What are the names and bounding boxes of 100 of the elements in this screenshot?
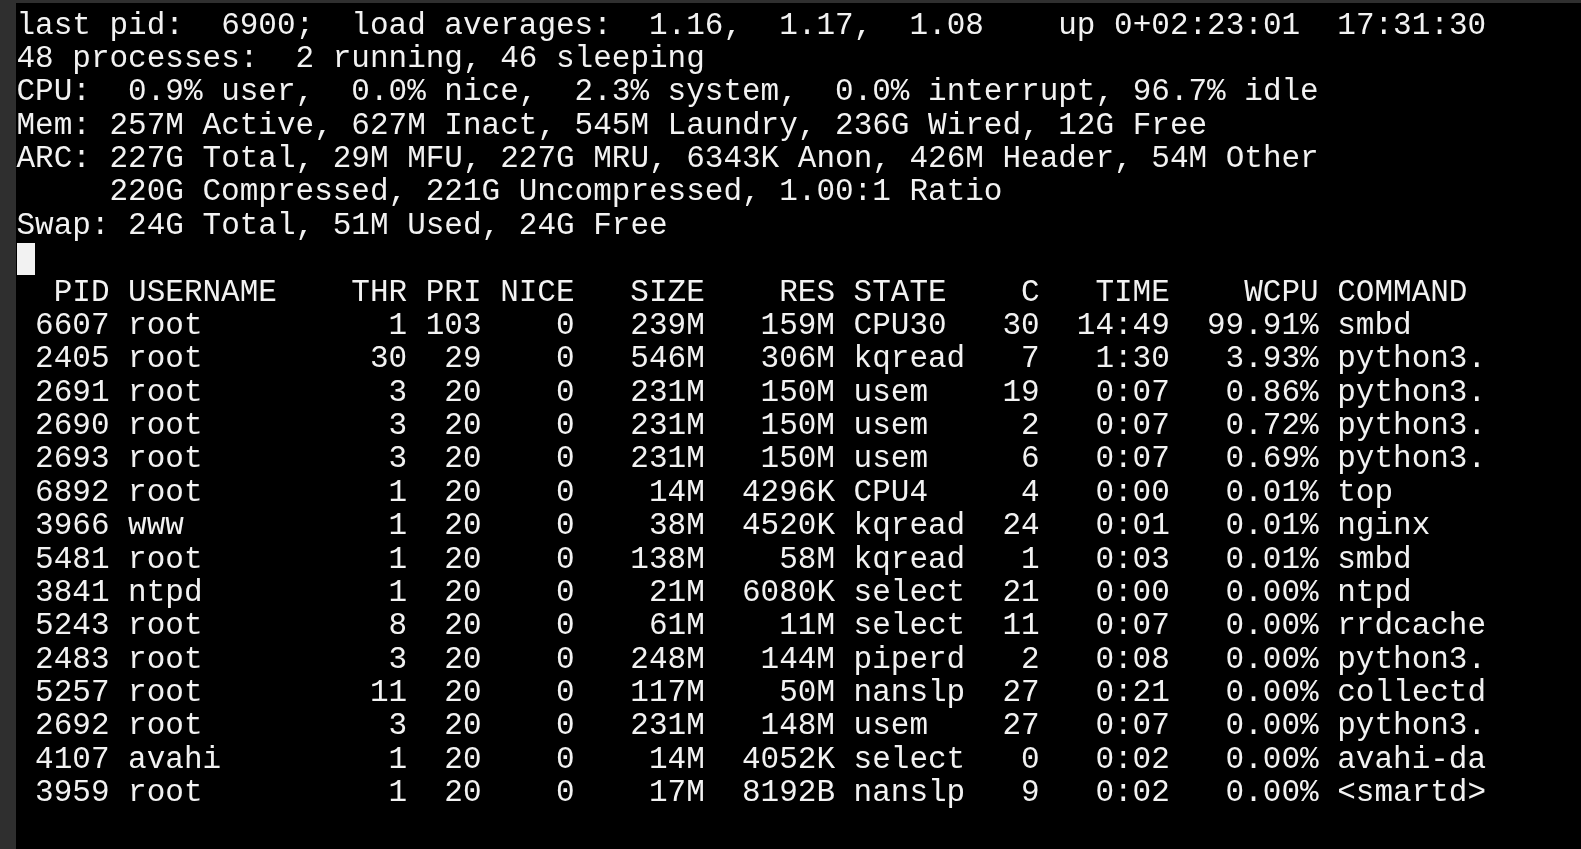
table-cell: 0: [555, 541, 575, 577]
table-cell: 1: [388, 741, 408, 777]
column-header: C: [1021, 274, 1040, 310]
table-cell: 24: [1002, 508, 1040, 544]
status-line: 220G Compressed, 221G Uncompressed, 1.00:1 Ratio: [109, 174, 1003, 210]
table-cell: python3.: [1337, 374, 1487, 410]
table-cell: 0: [555, 307, 575, 343]
table-cell: 7: [1021, 341, 1040, 377]
table-cell: 0.86%: [1225, 374, 1319, 410]
table-cell: 144M: [760, 641, 835, 677]
status-line: last pid: 6900; load averages: 1.16, 1.17, 1.08 up 0+02:23:01 17:31:30: [16, 7, 1487, 43]
table-cell: rrdcache: [1337, 608, 1487, 644]
table-cell: 0: [555, 641, 575, 677]
table-cell: nginx: [1337, 508, 1431, 544]
table-cell: 0: [555, 408, 575, 443]
table-cell: 0: [555, 374, 575, 410]
table-cell: 1: [388, 574, 408, 610]
table-cell: 4107: [35, 741, 110, 777]
table-cell: 1: [388, 307, 408, 343]
table-cell: 0:07: [1095, 374, 1170, 410]
table-cell: 50M: [779, 675, 835, 710]
table-cell: 27: [1002, 708, 1040, 744]
table-cell: 148M: [760, 708, 835, 744]
table-cell: 0.00%: [1225, 741, 1319, 777]
table-cell: python3.: [1337, 341, 1487, 377]
table-cell: 38M: [648, 508, 705, 544]
table-cell: 20: [444, 775, 482, 811]
column-header: WCPU: [1244, 274, 1319, 310]
table-cell: 20: [444, 574, 482, 610]
table-cell: nanslp: [853, 775, 966, 811]
table-cell: 11M: [779, 608, 835, 644]
column-header: SIZE: [630, 274, 705, 310]
table-cell: smbd: [1337, 541, 1412, 577]
table-cell: 21M: [648, 574, 705, 610]
table-cell: 20: [444, 608, 482, 644]
table-cell: 231M: [630, 441, 705, 477]
table-cell: 61M: [648, 608, 705, 644]
table-cell: usem: [853, 408, 928, 443]
table-cell: ntpd: [1337, 574, 1412, 610]
table-cell: 306M: [760, 341, 835, 377]
table-cell: 5481: [35, 541, 110, 577]
table-cell: 0:07: [1095, 608, 1170, 644]
table-cell: 0:03: [1095, 541, 1170, 577]
table-cell: 3: [388, 374, 408, 410]
table-cell: top: [1337, 474, 1394, 510]
table-cell: 150M: [760, 374, 835, 410]
table-cell: 0: [555, 474, 575, 510]
table-cell: 0.00%: [1225, 708, 1319, 744]
table-cell: 0:07: [1095, 441, 1170, 477]
table-cell: select: [853, 741, 966, 777]
table-cell: 4052K: [741, 741, 835, 777]
table-cell: usem: [853, 441, 928, 477]
table-cell: 2691: [35, 374, 110, 410]
table-cell: <smartd>: [1337, 775, 1487, 811]
table-cell: 0:07: [1095, 708, 1170, 744]
table-cell: root: [128, 441, 203, 477]
table-cell: 20: [444, 641, 482, 677]
table-cell: collectd: [1337, 675, 1487, 710]
table-cell: 239M: [630, 307, 705, 343]
table-cell: 20: [444, 508, 482, 544]
column-header: THR: [351, 274, 408, 310]
table-cell: 0: [555, 341, 575, 377]
table-cell: 20: [444, 374, 482, 410]
table-cell: 0: [555, 775, 575, 811]
column-header: COMMAND: [1337, 274, 1468, 310]
table-cell: 27: [1002, 675, 1040, 710]
table-cell: root: [128, 474, 203, 510]
table-cell: 0.00%: [1225, 675, 1319, 710]
table-cell: usem: [853, 374, 928, 410]
table-cell: 17M: [648, 775, 705, 811]
table-cell: 8: [388, 608, 408, 644]
table-cell: 6: [1021, 441, 1040, 477]
table-cell: 0:02: [1095, 775, 1170, 811]
table-cell: 4520K: [741, 508, 835, 544]
table-cell: 3: [388, 641, 408, 677]
table-cell: 20: [444, 675, 482, 710]
table-cell: 2693: [35, 441, 110, 477]
table-cell: python3.: [1337, 641, 1487, 677]
table-cell: 2483: [35, 641, 110, 677]
table-cell: 19: [1002, 374, 1040, 410]
table-cell: root: [128, 608, 203, 644]
table-cell: 103: [425, 307, 482, 343]
table-cell: 20: [444, 741, 482, 777]
table-cell: 3: [388, 408, 408, 443]
table-cell: 9: [1021, 775, 1040, 811]
table-cell: root: [128, 374, 203, 410]
table-cell: www: [128, 508, 184, 544]
table-cell: 0:01: [1095, 508, 1170, 544]
table-cell: 29: [444, 341, 482, 377]
table-cell: 99.91%: [1207, 307, 1319, 343]
table-cell: 14:49: [1076, 307, 1170, 343]
table-cell: 8192B: [741, 775, 835, 811]
column-header: PID: [53, 274, 110, 310]
table-cell: 1: [388, 474, 408, 510]
table-cell: 3966: [35, 508, 110, 544]
table-cell: 231M: [630, 408, 705, 443]
status-line: Mem: 257M Active, 627M Inact, 545M Laundry, 236G Wired, 12G Free: [16, 107, 1208, 143]
table-cell: 0.01%: [1225, 474, 1319, 510]
table-cell: 1: [388, 775, 408, 811]
table-cell: 231M: [630, 708, 705, 744]
